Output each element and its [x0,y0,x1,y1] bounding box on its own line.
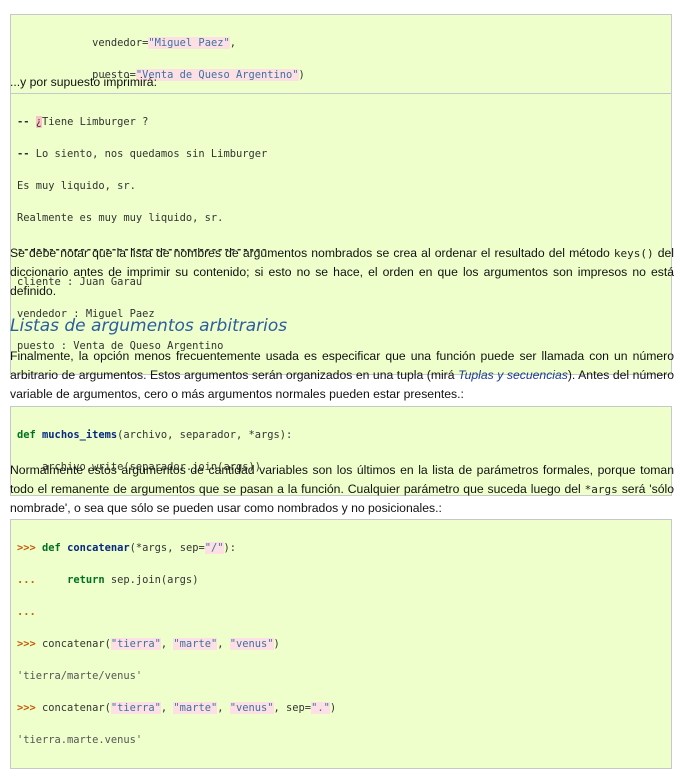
code-keyword: def [17,429,36,441]
section-heading: Listas de argumentos arbitrarios [10,316,288,336]
code-line: >>> concatenar("tierra", "marte", "venus… [17,702,337,714]
output-line: Realmente es muy muy liquido, sr. [17,212,224,224]
code-string: "tierra" [110,702,161,714]
prompt: >>> [17,542,36,554]
code-line: >>> def concatenar(*args, sep="/"): [17,542,237,554]
prompt: ... [17,606,36,618]
intro-text: ...y por supuesto imprimirá: [10,75,157,89]
code-string: "venus" [229,638,274,650]
code-line: ... [17,604,665,620]
code-keyword-arg: vendedor= [92,37,149,49]
code-block-concatenar: >>> def concatenar(*args, sep="/"): ... … [10,519,672,769]
paragraph-keys-note: Se debe notar que la lista de nombres de… [10,246,674,298]
inline-code: keys() [613,247,654,260]
prompt: ... [17,574,36,586]
code-string: "Miguel Paez" [148,37,230,49]
prompt: >>> [17,638,36,650]
code-line: ... return sep.join(args) [17,574,199,586]
code-string: "marte" [173,702,218,714]
paragraph-arbitrary-args: Finalmente, la opción menos frecuentemen… [10,349,674,401]
code-string: "venus" [229,702,274,714]
code-line: def muchos_items(archivo, separador, *ar… [17,429,293,441]
output-line: Es muy liquido, sr. [17,180,136,192]
paragraph-variable-args: Normalmente estos argumentos de cantidad… [10,463,674,515]
code-string: "." [311,702,330,714]
code-function-name: concatenar [67,542,130,554]
code-function-name: muchos_items [42,429,118,441]
output-line: 'tierra.marte.venus' [17,734,143,746]
code-keyword: def [42,542,61,554]
code-line: >>> concatenar("tierra", "marte", "venus… [17,638,280,650]
code-keyword: return [67,574,105,586]
link-tuplas[interactable]: Tuplas y secuencias [458,368,568,382]
inline-code: *args [584,483,618,496]
code-string: "/" [204,542,224,554]
code-string: "marte" [173,638,218,650]
output-line: 'tierra/marte/venus' [17,670,143,682]
output-line: -- ¿Tiene Limburger ? [17,116,149,128]
code-string: "tierra" [110,638,161,650]
code-line: vendedor="Miguel Paez", [92,37,236,49]
prompt: >>> [17,702,36,714]
output-line: -- Lo siento, nos quedamos sin Limburger [17,148,268,160]
